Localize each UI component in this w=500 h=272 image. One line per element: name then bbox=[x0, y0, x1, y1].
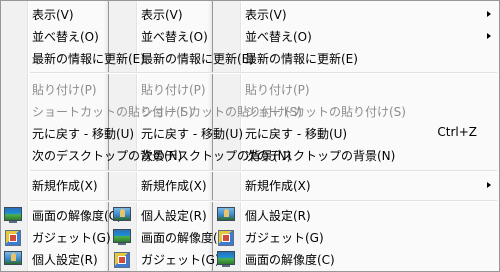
menu-item-label: 表示(V) bbox=[32, 8, 74, 22]
menu-item-refresh[interactable]: 最新の情報に更新(E) bbox=[213, 47, 499, 69]
menu-item-label: 新規作成(X) bbox=[245, 179, 311, 193]
menu-item-label: 貼り付け(P) bbox=[141, 83, 206, 97]
menu-item-next-background[interactable]: 次のデスクトップの背景(N) bbox=[213, 144, 499, 166]
menu-item-label: ガジェット(G) bbox=[245, 231, 324, 245]
menu-item-view[interactable]: 表示(V) bbox=[213, 3, 499, 25]
menu-item-label: 個人設定(R) bbox=[141, 209, 207, 223]
menu-item-label: 個人設定(R) bbox=[245, 209, 311, 223]
context-menu-front: 表示(V) 並べ替え(O) 最新の情報に更新(E) 貼り付け(P) ショートカッ… bbox=[212, 0, 499, 272]
submenu-arrow-icon bbox=[487, 182, 491, 188]
menu-item-paste: 貼り付け(P) bbox=[213, 78, 499, 100]
submenu-arrow-icon bbox=[487, 11, 491, 17]
menu-item-personalize[interactable]: 個人設定(R) bbox=[213, 204, 499, 226]
menu-item-label: 新規作成(X) bbox=[32, 179, 98, 193]
personalize-icon bbox=[113, 207, 131, 221]
menu-item-label: 画面の解像度(C) bbox=[245, 253, 335, 267]
menu-item-label: 個人設定(R) bbox=[32, 253, 98, 267]
menu-item-new[interactable]: 新規作成(X) bbox=[213, 174, 499, 196]
menu-item-undo-move[interactable]: 元に戻す - 移動(U) Ctrl+Z bbox=[213, 122, 499, 144]
menu-item-label: 次のデスクトップの背景(N) bbox=[245, 149, 396, 163]
menu-item-label: 並べ替え(O) bbox=[32, 30, 99, 44]
menu-item-paste-shortcut: ショートカットの貼り付け(S) bbox=[213, 100, 499, 122]
menu-separator bbox=[243, 72, 497, 74]
menu-item-screen-resolution[interactable]: 画面の解像度(C) bbox=[213, 248, 499, 270]
personalize-icon bbox=[217, 207, 235, 221]
menu-item-label: 並べ替え(O) bbox=[141, 30, 208, 44]
menu-separator bbox=[243, 170, 497, 172]
display-icon bbox=[217, 251, 235, 267]
menu-item-label: ガジェット(G) bbox=[141, 253, 220, 267]
menu-item-label: 表示(V) bbox=[245, 8, 287, 22]
menu-item-label: 並べ替え(O) bbox=[245, 30, 312, 44]
menu-item-shortcut: Ctrl+Z bbox=[437, 125, 477, 139]
display-icon bbox=[113, 229, 131, 245]
menu-item-label: ショートカットの貼り付け(S) bbox=[245, 105, 406, 119]
menu-separator bbox=[243, 200, 497, 202]
menu-item-label: 元に戻す - 移動(U) bbox=[245, 127, 348, 141]
menu-item-gadgets[interactable]: ガジェット(G) bbox=[213, 226, 499, 248]
personalize-icon bbox=[4, 251, 22, 265]
gadget-icon bbox=[114, 252, 130, 268]
menu-item-label: 表示(V) bbox=[141, 8, 183, 22]
menu-item-label: 貼り付け(P) bbox=[245, 83, 310, 97]
menu-item-sort[interactable]: 並べ替え(O) bbox=[213, 25, 499, 47]
menu-item-label: 最新の情報に更新(E) bbox=[245, 52, 358, 66]
gadget-icon bbox=[5, 230, 21, 246]
menu-item-label: 貼り付け(P) bbox=[32, 83, 97, 97]
menu-item-label: 新規作成(X) bbox=[141, 179, 207, 193]
submenu-arrow-icon bbox=[487, 33, 491, 39]
menu-item-label: ガジェット(G) bbox=[32, 231, 111, 245]
display-icon bbox=[4, 207, 22, 223]
gadget-icon bbox=[218, 230, 234, 246]
